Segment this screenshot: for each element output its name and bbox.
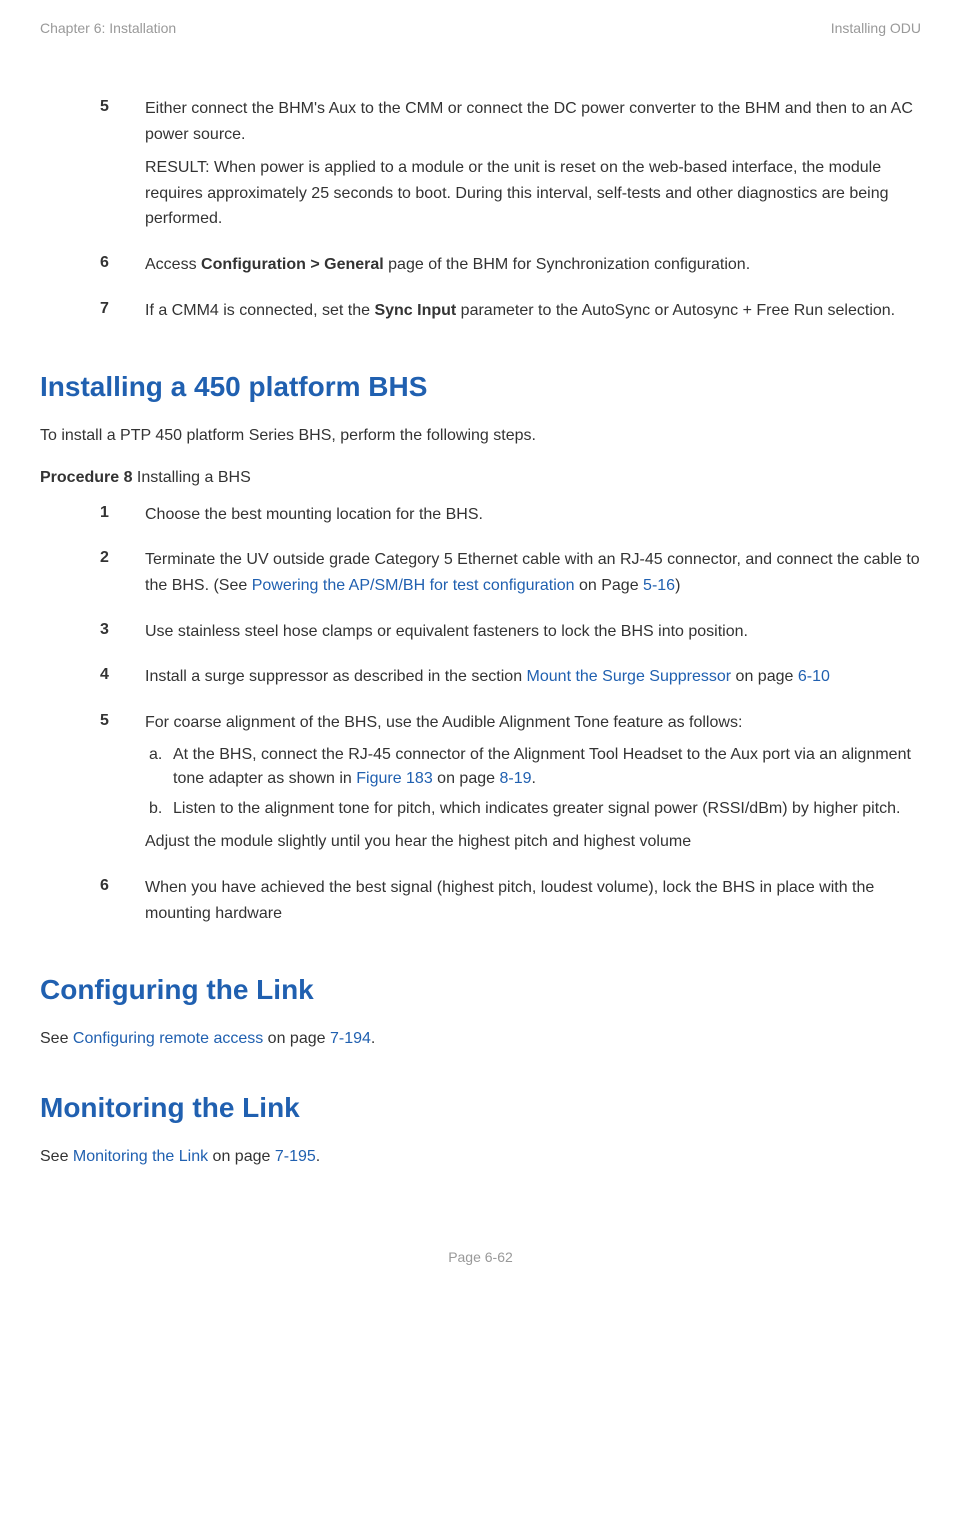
bold-text: Sync Input — [374, 302, 456, 319]
link-powering[interactable]: Powering the AP/SM/BH for test configura… — [252, 577, 575, 594]
text: on page — [731, 668, 798, 685]
configuring-text: See Configuring remote access on page 7-… — [40, 1026, 921, 1052]
page-number: Page 6-62 — [448, 1249, 513, 1265]
text: If a CMM4 is connected, set the — [145, 302, 374, 319]
text: parameter to the AutoSync or Autosync + … — [456, 302, 895, 319]
list-number: 2 — [100, 547, 145, 606]
link-page-8-19[interactable]: 8-19 — [499, 770, 531, 787]
text: on page — [263, 1030, 330, 1047]
paragraph: Access Configuration > General page of t… — [145, 252, 921, 278]
list-content: Either connect the BHM's Aux to the CMM … — [145, 96, 921, 240]
heading-monitoring-link: Monitoring the Link — [40, 1092, 921, 1124]
link-page-7-194[interactable]: 7-194 — [330, 1030, 371, 1047]
intro-text: To install a PTP 450 platform Series BHS… — [40, 423, 921, 449]
procedure-label: Procedure 8 Installing a BHS — [40, 469, 921, 487]
list-item-4: 4 Install a surge suppressor as describe… — [100, 664, 921, 698]
list-content: Terminate the UV outside grade Category … — [145, 547, 921, 606]
list-item-7: 7 If a CMM4 is connected, set the Sync I… — [100, 298, 921, 332]
sub-list: a. At the BHS, connect the RJ-45 connect… — [145, 743, 921, 821]
list-item-5: 5 For coarse alignment of the BHS, use t… — [100, 710, 921, 863]
list-item-1: 1 Choose the best mounting location for … — [100, 502, 921, 536]
list-number: 3 — [100, 619, 145, 653]
text: page of the BHM for Synchronization conf… — [384, 256, 750, 273]
link-mount-surge[interactable]: Mount the Surge Suppressor — [527, 668, 732, 685]
paragraph: Either connect the BHM's Aux to the CMM … — [145, 96, 921, 147]
heading-installing-bhs: Installing a 450 platform BHS — [40, 371, 921, 403]
heading-configuring-link: Configuring the Link — [40, 974, 921, 1006]
sub-item-b: b. Listen to the alignment tone for pitc… — [145, 797, 921, 821]
text: Install a surge suppressor as described … — [145, 668, 527, 685]
procedure-title: Installing a BHS — [132, 469, 250, 486]
top-ordered-list: 5 Either connect the BHM's Aux to the CM… — [100, 96, 921, 331]
list-content: When you have achieved the best signal (… — [145, 875, 921, 934]
list-content: Install a surge suppressor as described … — [145, 664, 921, 698]
paragraph: Choose the best mounting location for th… — [145, 502, 921, 528]
list-item-3: 3 Use stainless steel hose clamps or equ… — [100, 619, 921, 653]
paragraph: Use stainless steel hose clamps or equiv… — [145, 619, 921, 645]
sub-content: At the BHS, connect the RJ-45 connector … — [173, 743, 921, 791]
text: . — [371, 1030, 375, 1047]
paragraph: If a CMM4 is connected, set the Sync Inp… — [145, 298, 921, 324]
list-number: 7 — [100, 298, 145, 332]
paragraph: Terminate the UV outside grade Category … — [145, 547, 921, 598]
procedure-number: Procedure 8 — [40, 469, 132, 486]
text: on Page — [575, 577, 644, 594]
list-number: 6 — [100, 875, 145, 934]
text: . — [532, 770, 536, 787]
list-number: 4 — [100, 664, 145, 698]
list-content: Choose the best mounting location for th… — [145, 502, 921, 536]
link-page-6-10[interactable]: 6-10 — [798, 668, 830, 685]
list-item-6: 6 Access Configuration > General page of… — [100, 252, 921, 286]
paragraph: When you have achieved the best signal (… — [145, 875, 921, 926]
link-page-5-16[interactable]: 5-16 — [643, 577, 675, 594]
sub-letter: a. — [145, 743, 173, 791]
list-item-2: 2 Terminate the UV outside grade Categor… — [100, 547, 921, 606]
text: ) — [675, 577, 680, 594]
text: on page — [433, 770, 500, 787]
text: See — [40, 1148, 73, 1165]
paragraph: RESULT: When power is applied to a modul… — [145, 155, 921, 232]
text: See — [40, 1030, 73, 1047]
page-footer: Page 6-62 — [40, 1249, 921, 1265]
sub-letter: b. — [145, 797, 173, 821]
link-monitoring-link[interactable]: Monitoring the Link — [73, 1148, 208, 1165]
header-left: Chapter 6: Installation — [40, 20, 176, 36]
text: on page — [208, 1148, 275, 1165]
paragraph: Adjust the module slightly until you hea… — [145, 829, 921, 855]
text: At the BHS, connect the RJ-45 connector … — [173, 746, 911, 787]
list-content: For coarse alignment of the BHS, use the… — [145, 710, 921, 863]
list-number: 1 — [100, 502, 145, 536]
procedure-list: 1 Choose the best mounting location for … — [100, 502, 921, 934]
link-figure-183[interactable]: Figure 183 — [356, 770, 433, 787]
paragraph: For coarse alignment of the BHS, use the… — [145, 710, 921, 736]
monitoring-text: See Monitoring the Link on page 7-195. — [40, 1144, 921, 1170]
sub-content: Listen to the alignment tone for pitch, … — [173, 797, 921, 821]
bold-text: Configuration > General — [201, 256, 384, 273]
link-page-7-195[interactable]: 7-195 — [275, 1148, 316, 1165]
list-number: 5 — [100, 96, 145, 240]
list-number: 5 — [100, 710, 145, 863]
link-configuring-remote[interactable]: Configuring remote access — [73, 1030, 263, 1047]
list-item-6: 6 When you have achieved the best signal… — [100, 875, 921, 934]
sub-item-a: a. At the BHS, connect the RJ-45 connect… — [145, 743, 921, 791]
text: Access — [145, 256, 201, 273]
list-item-5: 5 Either connect the BHM's Aux to the CM… — [100, 96, 921, 240]
paragraph: Install a surge suppressor as described … — [145, 664, 921, 690]
list-content: Access Configuration > General page of t… — [145, 252, 921, 286]
list-content: Use stainless steel hose clamps or equiv… — [145, 619, 921, 653]
text: . — [316, 1148, 320, 1165]
list-content: If a CMM4 is connected, set the Sync Inp… — [145, 298, 921, 332]
page-header: Chapter 6: Installation Installing ODU — [40, 20, 921, 36]
list-number: 6 — [100, 252, 145, 286]
header-right: Installing ODU — [831, 20, 921, 36]
